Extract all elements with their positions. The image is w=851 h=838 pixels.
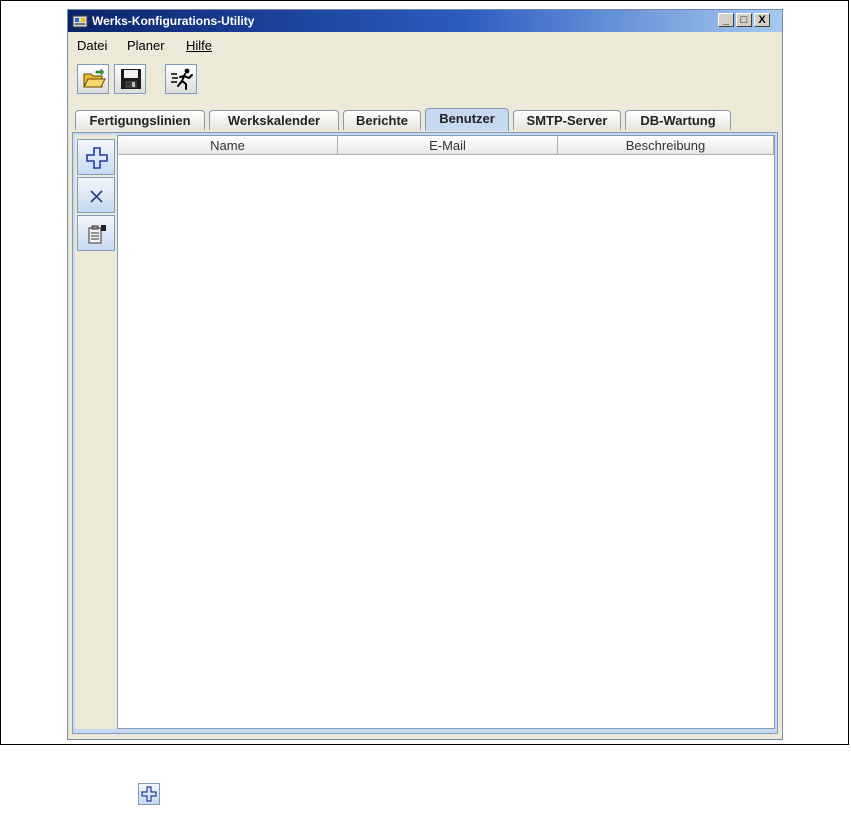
edit-user-button[interactable]	[77, 215, 115, 251]
menu-planer[interactable]: Planer	[127, 38, 165, 53]
window-title: Werks-Konfigurations-Utility	[92, 14, 255, 28]
tab-benutzer[interactable]: Benutzer	[425, 108, 509, 131]
save-disk-icon	[121, 69, 141, 89]
toolbar	[68, 58, 782, 104]
add-plus-icon	[86, 147, 108, 169]
tab-strip: Fertigungslinien Werkskalender Berichte …	[73, 108, 782, 132]
add-plus-icon	[141, 786, 157, 802]
tab-db-wartung[interactable]: DB-Wartung	[625, 110, 731, 130]
close-button[interactable]: X	[754, 13, 770, 27]
column-header-name[interactable]: Name	[118, 136, 338, 155]
maximize-button[interactable]: □	[736, 13, 752, 27]
properties-icon	[88, 225, 106, 244]
open-folder-icon	[83, 68, 106, 88]
tab-werkskalender[interactable]: Werkskalender	[209, 110, 339, 130]
app-window: Werks-Konfigurations-Utility _ □ X Datei…	[67, 9, 783, 740]
open-button[interactable]	[77, 64, 109, 94]
column-header-beschreibung[interactable]: Beschreibung	[558, 136, 774, 155]
minimize-button[interactable]: _	[718, 13, 734, 27]
action-sidebar	[75, 135, 117, 729]
column-header-email[interactable]: E-Mail	[338, 136, 558, 155]
run-button[interactable]	[165, 64, 197, 94]
table-header: Name E-Mail Beschreibung	[118, 136, 774, 156]
title-bar[interactable]: Werks-Konfigurations-Utility _ □ X	[68, 10, 782, 32]
menu-datei[interactable]: Datei	[77, 38, 107, 53]
tab-berichte[interactable]: Berichte	[343, 110, 421, 130]
app-icon	[72, 15, 88, 28]
add-plus-icon-sample	[138, 783, 160, 805]
menu-hilfe[interactable]: Hilfe	[186, 38, 212, 53]
tab-fertigungslinien[interactable]: Fertigungslinien	[75, 110, 205, 130]
users-panel: Name E-Mail Beschreibung	[72, 132, 778, 734]
save-button[interactable]	[114, 64, 146, 94]
delete-user-button[interactable]	[77, 177, 115, 213]
delete-x-icon	[90, 190, 103, 203]
add-user-button[interactable]	[77, 139, 115, 175]
run-man-icon	[171, 68, 193, 90]
tab-smtp-server[interactable]: SMTP-Server	[513, 110, 621, 130]
users-table[interactable]: Name E-Mail Beschreibung	[117, 135, 775, 729]
